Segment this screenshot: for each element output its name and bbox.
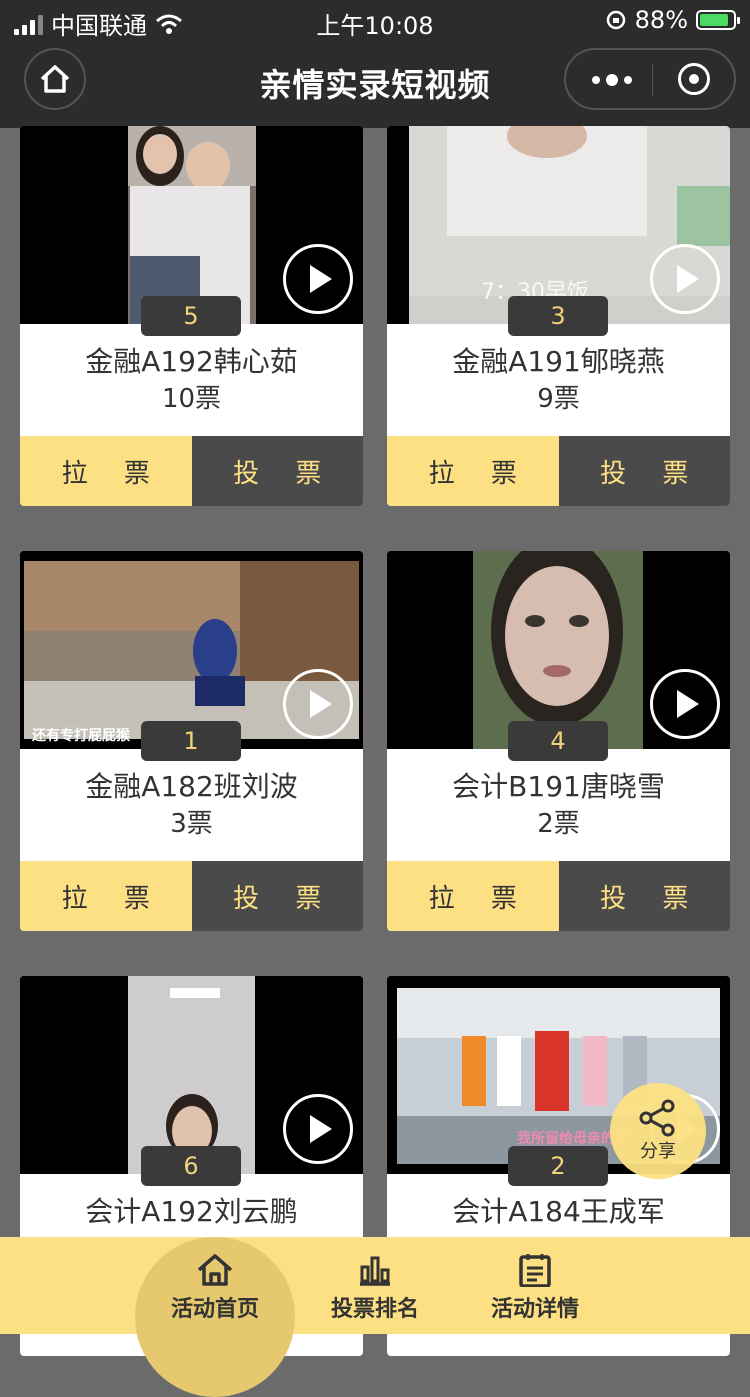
more-icon[interactable]: [592, 68, 632, 92]
card-actions: 拉 票 投 票: [20, 861, 363, 931]
entry-name: 金融A191郇晓燕: [452, 345, 665, 378]
video-thumbnail[interactable]: [387, 551, 730, 749]
document-icon: [519, 1254, 551, 1287]
rank-badge: 1: [141, 721, 241, 761]
rally-button[interactable]: 拉 票: [387, 861, 559, 931]
orientation-lock-icon: [606, 10, 625, 30]
share-button[interactable]: 分享: [610, 1083, 706, 1179]
video-card: 5 金融A192韩心茹 10票 拉 票 投 票: [20, 126, 363, 506]
tab-bar: 活动首页 投票排名 活动详情: [0, 1237, 750, 1397]
play-button[interactable]: [283, 1094, 353, 1164]
play-button[interactable]: [283, 669, 353, 739]
play-button[interactable]: [283, 244, 353, 314]
close-miniprogram-icon[interactable]: [678, 63, 710, 95]
rank-badge: 6: [141, 1146, 241, 1186]
video-thumbnail[interactable]: 还有专打屁屁猴: [20, 551, 363, 749]
entry-name: 会计A184王成军: [452, 1195, 665, 1228]
rank-badge: 3: [508, 296, 608, 336]
entry-name: 金融A192韩心茹: [85, 345, 298, 378]
tab-label: 投票排名: [330, 1297, 419, 1322]
battery-percent: 88%: [634, 6, 688, 34]
video-thumbnail[interactable]: [20, 976, 363, 1174]
video-card: 7：30早饭 3 金融A191郇晓燕 9票 拉 票 投 票: [387, 126, 730, 506]
entry-name: 金融A182班刘波: [85, 770, 298, 803]
play-button[interactable]: [650, 669, 720, 739]
rank-badge: 2: [508, 1146, 608, 1186]
capsule-divider: [652, 64, 653, 96]
vote-button[interactable]: 投 票: [558, 436, 730, 506]
tab-label: 活动详情: [490, 1297, 579, 1322]
home-icon: [197, 1254, 233, 1286]
tab-label: 活动首页: [170, 1297, 259, 1322]
tab-details[interactable]: 活动详情: [455, 1253, 615, 1323]
vote-button[interactable]: 投 票: [191, 436, 363, 506]
capsule-menu: [564, 48, 736, 110]
vote-count: 9票: [537, 384, 580, 414]
share-label: 分享: [640, 1141, 676, 1162]
video-thumbnail[interactable]: [20, 126, 363, 324]
video-caption: 还有专打屁屁猴: [32, 728, 130, 744]
video-card: 4 会计B191唐晓雪 2票 拉 票 投 票: [387, 551, 730, 931]
tab-home[interactable]: 活动首页: [135, 1253, 295, 1323]
vote-button[interactable]: 投 票: [558, 861, 730, 931]
bar-chart-icon: [360, 1256, 390, 1286]
battery-icon: [696, 10, 740, 30]
status-bar: 中国联通 上午10:08 88%: [0, 0, 750, 40]
vote-count: 2票: [537, 809, 580, 839]
rank-badge: 4: [508, 721, 608, 761]
rank-badge: 5: [141, 296, 241, 336]
card-actions: 拉 票 投 票: [20, 436, 363, 506]
video-card: 还有专打屁屁猴 1 金融A182班刘波 3票 拉 票 投 票: [20, 551, 363, 931]
vote-count: 3票: [170, 809, 213, 839]
entry-name: 会计B191唐晓雪: [452, 770, 665, 803]
card-actions: 拉 票 投 票: [387, 861, 730, 931]
tab-ranking[interactable]: 投票排名: [295, 1253, 455, 1323]
video-thumbnail[interactable]: 7：30早饭: [387, 126, 730, 324]
vote-button[interactable]: 投 票: [191, 861, 363, 931]
play-button[interactable]: [650, 244, 720, 314]
navigation-bar: 亲情实录短视频: [0, 40, 750, 128]
share-icon: [639, 1099, 675, 1137]
status-right: 88%: [605, 6, 740, 34]
entry-name: 会计A192刘云鹏: [85, 1195, 298, 1228]
rally-button[interactable]: 拉 票: [387, 436, 559, 506]
rally-button[interactable]: 拉 票: [20, 436, 192, 506]
card-actions: 拉 票 投 票: [387, 436, 730, 506]
rally-button[interactable]: 拉 票: [20, 861, 192, 931]
vote-count: 10票: [161, 384, 222, 414]
